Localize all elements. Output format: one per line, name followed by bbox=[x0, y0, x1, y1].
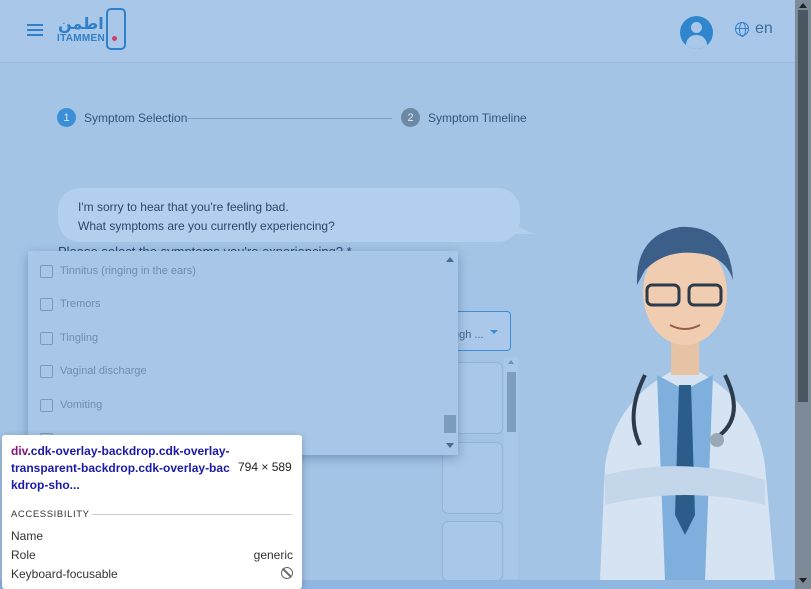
logo-arabic: اطمن bbox=[58, 14, 104, 33]
row-label: Keyboard-focusable bbox=[11, 567, 118, 581]
checkbox[interactable] bbox=[40, 364, 53, 378]
checkbox[interactable] bbox=[40, 331, 53, 345]
focusable-row: Keyboard-focusable bbox=[11, 567, 293, 581]
scroll-thumb[interactable] bbox=[798, 10, 808, 402]
devtools-tooltip: div.cdk-overlay-backdrop.cdk-overlay-tra… bbox=[2, 435, 302, 589]
row-label: Name bbox=[11, 529, 44, 543]
step-symptom-timeline[interactable]: 2 Symptom Timeline bbox=[401, 108, 527, 127]
section-title: ACCESSIBILITY bbox=[11, 509, 90, 520]
element-dimensions: 794 × 589 bbox=[238, 460, 292, 474]
chat-bubble: I'm sorry to hear that you're feeling ba… bbox=[58, 188, 520, 242]
selector-tag: div bbox=[11, 444, 28, 458]
language-label: en bbox=[755, 20, 773, 37]
step-label: Symptom Selection bbox=[84, 110, 188, 125]
divider bbox=[92, 514, 292, 515]
doctor-neck bbox=[671, 340, 699, 375]
option-tinnitus[interactable]: Tinnitus (ringing in the ears) bbox=[40, 261, 196, 281]
chat-line: I'm sorry to hear that you're feeling ba… bbox=[78, 200, 289, 214]
logo-dot bbox=[112, 36, 117, 41]
user-avatar[interactable] bbox=[680, 16, 713, 49]
element-selector: div.cdk-overlay-backdrop.cdk-overlay-tra… bbox=[11, 443, 231, 494]
option-label: Vomiting bbox=[60, 399, 103, 411]
selector-classes: .cdk-overlay-backdrop.cdk-overlay-transp… bbox=[11, 444, 230, 492]
page-scrollbar[interactable] bbox=[795, 0, 811, 589]
stepper: 1 Symptom Selection 2 Symptom Timeline bbox=[57, 108, 527, 128]
scroll-up-icon[interactable] bbox=[446, 257, 454, 262]
symptom-dropdown: Tinnitus (ringing in the ears) Tremors T… bbox=[28, 251, 458, 455]
checkbox[interactable] bbox=[40, 297, 53, 311]
checkbox[interactable] bbox=[40, 398, 53, 412]
step-symptom-selection[interactable]: 1 Symptom Selection bbox=[57, 108, 187, 127]
step-number: 2 bbox=[401, 108, 420, 127]
menu-icon[interactable] bbox=[27, 24, 43, 36]
phone-icon bbox=[106, 8, 126, 50]
dropdown-scrollbar[interactable] bbox=[442, 251, 458, 455]
chat-line: What symptoms are you currently experien… bbox=[78, 219, 335, 233]
option-vaginal-discharge[interactable]: Vaginal discharge bbox=[40, 361, 147, 381]
globe-icon bbox=[735, 22, 749, 37]
option-vomiting[interactable]: Vomiting bbox=[40, 395, 102, 415]
option-tingling[interactable]: Tingling bbox=[40, 328, 98, 348]
scroll-down-icon[interactable] bbox=[446, 443, 454, 448]
row-label: Role bbox=[11, 548, 36, 562]
not-allowed-icon bbox=[281, 567, 293, 579]
role-row: Role generic bbox=[11, 548, 293, 562]
symptom-card[interactable] bbox=[442, 521, 503, 581]
chat-bubble-tail bbox=[508, 222, 534, 234]
option-label: Tingling bbox=[60, 332, 99, 344]
name-row: Name bbox=[11, 529, 293, 543]
scroll-down-icon[interactable] bbox=[799, 578, 807, 583]
doctor-illustration bbox=[600, 226, 775, 580]
list-scrollbar[interactable] bbox=[504, 357, 518, 579]
scroll-thumb[interactable] bbox=[507, 372, 516, 432]
logo[interactable]: اطمن ITAMMEN bbox=[56, 8, 132, 54]
step-label: Symptom Timeline bbox=[428, 110, 527, 125]
checkbox[interactable] bbox=[40, 264, 53, 278]
option-tremors[interactable]: Tremors bbox=[40, 294, 101, 314]
app-header: اطمن ITAMMEN en bbox=[0, 0, 795, 63]
step-connector bbox=[186, 118, 392, 119]
logo-english: ITAMMEN bbox=[57, 33, 106, 44]
dropdown-arrow-icon bbox=[490, 330, 498, 334]
step-number: 1 bbox=[57, 108, 76, 127]
scroll-thumb[interactable] bbox=[444, 415, 456, 433]
scroll-up-icon[interactable] bbox=[799, 3, 807, 8]
language-switcher[interactable]: en bbox=[735, 20, 773, 38]
option-label: Tinnitus (ringing in the ears) bbox=[60, 265, 196, 277]
option-label: Vaginal discharge bbox=[60, 365, 147, 377]
scroll-up-icon[interactable] bbox=[508, 360, 514, 364]
row-value: generic bbox=[253, 548, 293, 562]
option-label: Tremors bbox=[60, 298, 101, 310]
